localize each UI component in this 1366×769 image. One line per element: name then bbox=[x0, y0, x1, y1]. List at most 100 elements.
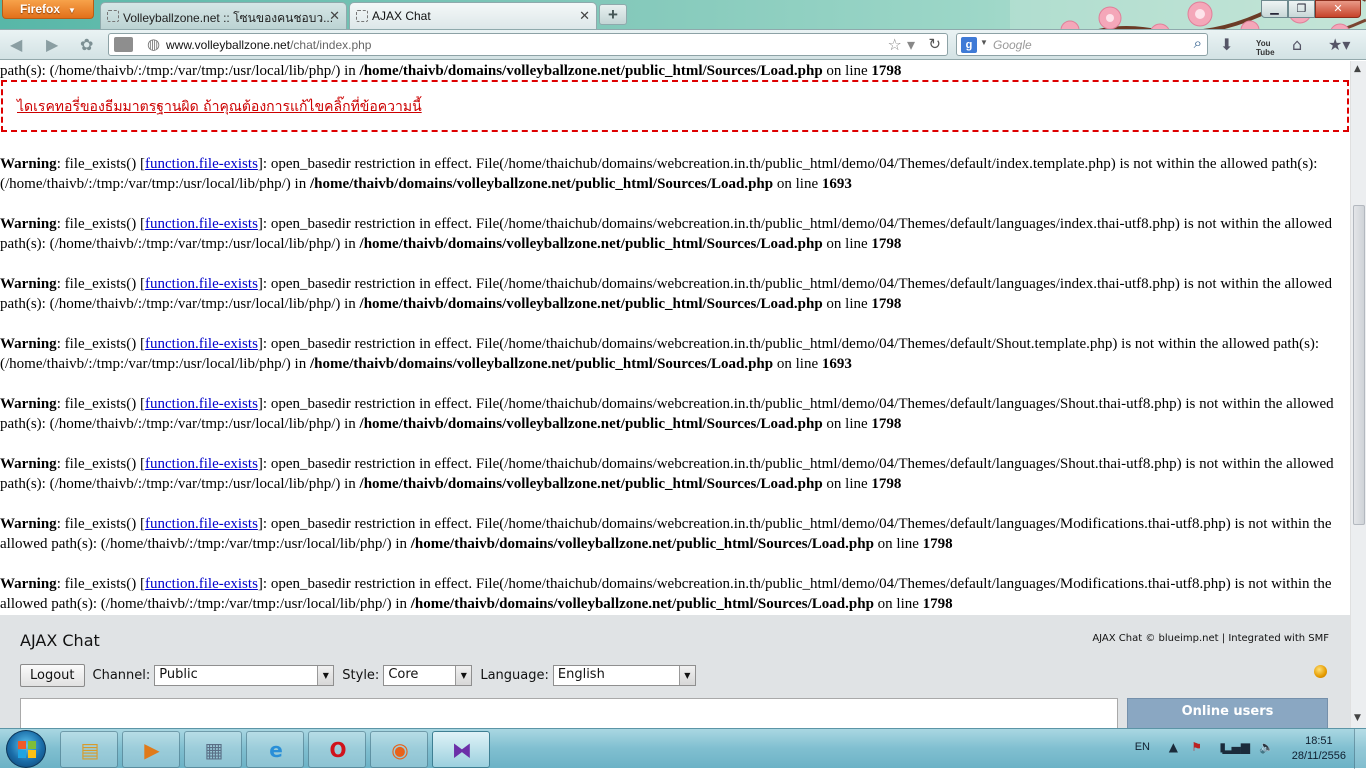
tab-ajax-chat[interactable]: AJAX Chat ✕ bbox=[349, 2, 597, 29]
function-doc-link[interactable]: function.file-exists bbox=[145, 456, 258, 472]
channel-select[interactable]: Public ▼ bbox=[154, 664, 335, 686]
warning-function: file_exists() bbox=[64, 396, 137, 412]
scroll-down-icon[interactable]: ▼ bbox=[1354, 713, 1361, 723]
bookmarks-icon[interactable]: ★▾ bbox=[1328, 35, 1350, 54]
language-indicator[interactable]: EN bbox=[1135, 741, 1150, 753]
search-icon[interactable]: ⌕ bbox=[1194, 35, 1202, 53]
network-signal-icon[interactable]: ▂▄▆ bbox=[1222, 740, 1250, 754]
taskbar-button[interactable]: ▶ bbox=[122, 731, 180, 768]
style-select[interactable]: Core ▼ bbox=[383, 664, 473, 686]
on-line-text: on line bbox=[776, 356, 819, 372]
chevron-down-icon: ▼ bbox=[317, 665, 334, 685]
on-line-text: on line bbox=[826, 416, 868, 432]
youtube-icon[interactable]: You Tube bbox=[1256, 39, 1275, 57]
restore-button[interactable]: ❐ bbox=[1288, 0, 1315, 18]
url-domain: www.volleyballzone.net bbox=[166, 38, 291, 52]
close-tab-icon[interactable]: ✕ bbox=[329, 8, 340, 24]
show-hidden-icons-icon[interactable]: ▲ bbox=[1169, 740, 1178, 754]
tab-volleyballzone[interactable]: Volleyballzone.net :: โซนของคนชอบว... ✕ bbox=[100, 2, 347, 29]
forward-icon[interactable]: ▶ bbox=[46, 35, 58, 54]
page-favicon-icon bbox=[107, 10, 119, 22]
google-engine-icon[interactable]: g bbox=[961, 37, 977, 53]
warning-message: Warning: file_exists() [function.file-ex… bbox=[0, 516, 1332, 552]
firefox-icon: ◉ bbox=[391, 738, 409, 762]
function-doc-link[interactable]: function.file-exists bbox=[145, 276, 258, 292]
firefox-menu-label: Firefox bbox=[20, 2, 61, 16]
download-icon[interactable]: ⬇ bbox=[1220, 35, 1233, 54]
scrollbar-thumb[interactable] bbox=[1353, 205, 1365, 525]
function-doc-link[interactable]: function.file-exists bbox=[145, 396, 258, 412]
url-path: /chat/index.php bbox=[290, 38, 372, 52]
clock-date: 28/11/2556 bbox=[1291, 750, 1346, 762]
function-doc-link[interactable]: function.file-exists bbox=[145, 216, 258, 232]
close-tab-icon[interactable]: ✕ bbox=[579, 8, 590, 24]
language-label: Language: bbox=[480, 667, 549, 683]
warning-line-number: 1798 bbox=[871, 296, 902, 312]
search-placeholder: Google bbox=[993, 38, 1032, 52]
channel-label: Channel: bbox=[92, 667, 151, 683]
page-scrollbar[interactable]: ▲ ▼ bbox=[1350, 61, 1366, 728]
warning-path: /home/thaivb/domains/volleyballzone.net/… bbox=[359, 236, 823, 252]
warning-message: Warning: file_exists() [function.file-ex… bbox=[0, 276, 1332, 312]
taskbar-button[interactable]: ▦ bbox=[184, 731, 242, 768]
opera-icon: O bbox=[329, 738, 347, 762]
tab-title: AJAX Chat bbox=[372, 9, 431, 23]
media-player-icon: ▶ bbox=[144, 738, 160, 762]
firefox-menu-button[interactable]: Firefox ▼ bbox=[2, 0, 94, 19]
taskbar-button[interactable]: ◉ bbox=[370, 731, 428, 768]
chevron-down-icon: ▼ bbox=[678, 665, 695, 685]
addon-icon[interactable]: ✿ bbox=[80, 35, 93, 54]
ajax-chat-panel: AJAX Chat AJAX Chat © blueimp.net | Inte… bbox=[0, 615, 1350, 733]
function-doc-link[interactable]: function.file-exists bbox=[145, 576, 258, 592]
media-app-icon: ⧓ bbox=[452, 738, 472, 762]
reload-icon[interactable]: ↻ bbox=[928, 35, 941, 53]
browser-titlebar: Firefox ▼ Volleyballzone.net :: โซนของคนช… bbox=[0, 0, 1366, 60]
windows-taskbar: ▤ ▶ ▦ e O ◉ ⧓ EN ▲ ⚑ ▮ ▂▄▆ 🔈 18:51 28/11/2556 bbox=[0, 728, 1366, 769]
function-doc-link[interactable]: function.file-exists bbox=[145, 516, 258, 532]
url-text[interactable]: www.volleyballzone.net/chat/index.php bbox=[166, 38, 371, 52]
warning-label: Warning bbox=[0, 576, 57, 592]
warning-message: Warning: file_exists() [function.file-ex… bbox=[0, 156, 1318, 192]
on-line-text: on line bbox=[822, 63, 872, 79]
url-bar[interactable]: ◍ www.volleyballzone.net/chat/index.php … bbox=[108, 33, 948, 56]
show-desktop-button[interactable] bbox=[1354, 729, 1366, 769]
clock[interactable]: 18:51 28/11/2556 bbox=[1292, 734, 1346, 764]
warning-function: file_exists() bbox=[64, 516, 137, 532]
volume-icon[interactable]: 🔈 bbox=[1259, 740, 1274, 754]
scroll-up-icon[interactable]: ▲ bbox=[1354, 64, 1361, 74]
home-icon[interactable]: ⌂ bbox=[1292, 35, 1302, 54]
warning-function: file_exists() bbox=[64, 576, 137, 592]
logout-button[interactable]: Logout bbox=[20, 663, 85, 687]
taskbar-button[interactable]: O bbox=[308, 731, 366, 768]
close-window-button[interactable]: ✕ bbox=[1315, 0, 1361, 18]
back-icon[interactable]: ◀ bbox=[10, 35, 22, 54]
function-doc-link[interactable]: function.file-exists bbox=[145, 336, 258, 352]
search-bar[interactable]: g ▼ Google ⌕ bbox=[956, 33, 1208, 56]
tab-title: Volleyballzone.net :: โซนของคนชอบว... bbox=[123, 11, 334, 25]
warning-line-number: 1798 bbox=[922, 536, 953, 552]
taskbar-button[interactable]: ▤ bbox=[60, 731, 118, 768]
minimize-button[interactable]: ▁ bbox=[1261, 0, 1288, 18]
channel-value: Public bbox=[159, 666, 198, 682]
fix-theme-link[interactable]: ไดเรคทอรี่ของธีมมาตรฐานผิด ถ้าคุณต้องการ… bbox=[17, 97, 422, 117]
warning-path: /home/thaivb/domains/volleyballzone.net/… bbox=[309, 356, 774, 372]
chat-credits[interactable]: AJAX Chat © blueimp.net | Integrated wit… bbox=[1092, 633, 1329, 644]
taskbar-button[interactable]: e bbox=[246, 731, 304, 768]
taskbar-button[interactable]: ⧓ bbox=[432, 731, 490, 768]
function-doc-link[interactable]: function.file-exists bbox=[145, 156, 258, 172]
engine-dropdown-icon[interactable]: ▼ bbox=[980, 38, 988, 47]
site-identity-icon[interactable] bbox=[114, 37, 133, 52]
warning-function: file_exists() bbox=[64, 216, 137, 232]
error-line-number: 1798 bbox=[871, 63, 902, 79]
start-button[interactable] bbox=[6, 730, 46, 768]
on-line-text: on line bbox=[776, 176, 819, 192]
action-center-icon[interactable]: ⚑ bbox=[1191, 740, 1202, 754]
status-indicator-icon[interactable] bbox=[1314, 665, 1327, 678]
warning-function: file_exists() bbox=[64, 336, 137, 352]
clock-time: 18:51 bbox=[1305, 735, 1333, 747]
bookmark-star-icon[interactable]: ☆ ▾ bbox=[888, 35, 915, 54]
dropdown-arrow-icon: ▼ bbox=[68, 6, 76, 15]
language-select[interactable]: English ▼ bbox=[552, 664, 696, 686]
warning-message: Warning: file_exists() [function.file-ex… bbox=[0, 336, 1320, 372]
new-tab-button[interactable]: + bbox=[599, 4, 627, 25]
